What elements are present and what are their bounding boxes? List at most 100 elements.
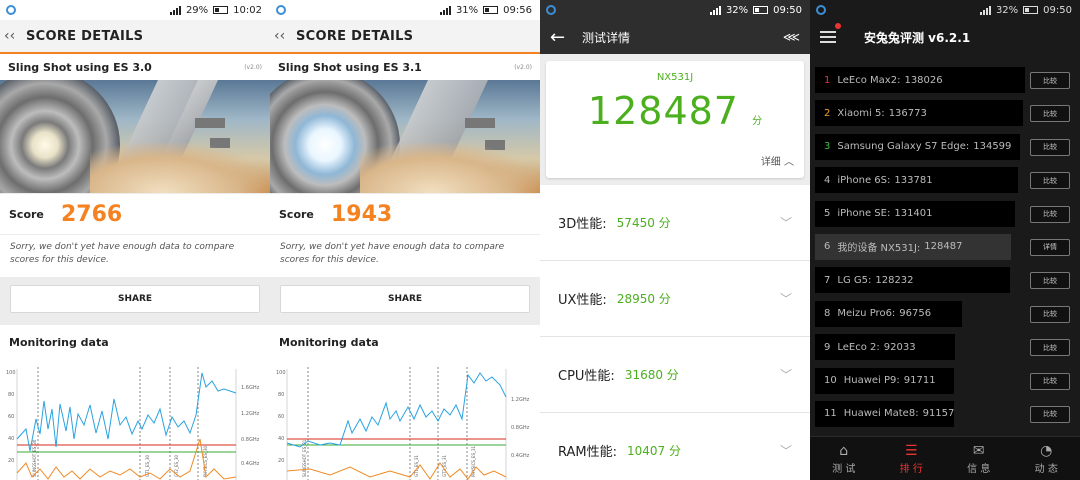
compare-button[interactable]: 比较 (1030, 405, 1070, 423)
row-label: RAM性能: (558, 445, 617, 460)
clock: 09:50 (1043, 4, 1072, 16)
monitoring-chart: 100 80 60 40 20 1.6GHz 1.2GHz 0.8GHz 0.4… (0, 359, 270, 480)
page-title: 测试详情 (582, 30, 631, 45)
tab-test[interactable]: ⌂ 测 试 (810, 437, 878, 480)
y-tick: 100 (6, 370, 16, 376)
status-bar: 31% 09:56 (270, 0, 540, 20)
compare-button[interactable]: 比较 (1030, 172, 1070, 190)
tab-ranking[interactable]: ☰ 排 行 (878, 437, 946, 480)
monitoring-title: Monitoring data (0, 325, 270, 359)
app-bar: ‹‹ SCORE DETAILS (270, 20, 540, 54)
marker-label: GT2_ES_31 (442, 454, 447, 477)
row-label: CPU性能: (558, 369, 615, 384)
device-name: Xiaomi 5: (837, 107, 885, 119)
notification-icon (6, 5, 16, 15)
score-bar: 5 iPhone SE: 131401 (815, 200, 1015, 227)
score-row-ux[interactable]: UX性能: 28950 分 ﹀ (540, 261, 810, 337)
battery-icon (213, 6, 229, 14)
ranking-item: 7 LG G5: 128232 比较 (810, 264, 1080, 297)
battery-percent: 32% (725, 4, 749, 16)
score-row: Score 1943 (270, 194, 540, 234)
score-bar: 3 Samsung Galaxy S7 Edge: 134599 (815, 133, 1020, 160)
chevron-up-icon: ︿ (784, 157, 794, 168)
y-tick: 40 (8, 436, 14, 442)
bottom-nav: ⌂ 测 试 ☰ 排 行 ✉ 信 息 ◔ 动 态 (810, 436, 1080, 480)
device-name: iPhone SE: (837, 208, 891, 220)
device-name: LG G5: (837, 274, 872, 286)
row-value: 57450 分 (616, 216, 671, 230)
share-button[interactable]: SHARE (280, 285, 530, 313)
test-version: (v2.0) (244, 63, 262, 71)
score-value: 2766 (61, 201, 123, 227)
score-bar: 7 LG G5: 128232 (815, 267, 1010, 294)
total-score: 128487 分 (587, 89, 763, 133)
score-row-cpu[interactable]: CPU性能: 31680 分 ﹀ (540, 337, 810, 413)
compare-button[interactable]: 比较 (1030, 205, 1070, 223)
freq-tick: 0.4GHz (511, 453, 530, 459)
rank-number: 5 (824, 208, 831, 220)
score-breakdown-list: 3D性能: 57450 分 ﹀ UX性能: 28950 分 ﹀ CPU性能: 3… (540, 185, 810, 480)
device-score: 134599 (973, 141, 1012, 153)
test-name: Sling Shot using ES 3.1 (278, 60, 422, 74)
rank-number: 1 (824, 74, 831, 86)
notification-icon (816, 5, 826, 15)
y-tick: 100 (276, 370, 286, 376)
antutu-detail-screen: 32% 09:50 ← 测试详情 ⋘ NX531J 128487 分 详细 ︿ … (540, 0, 810, 480)
y-tick: 40 (278, 436, 284, 442)
detail-button[interactable]: 详情 (1030, 238, 1070, 256)
compare-button[interactable]: 比较 (1030, 372, 1070, 390)
notification-icon (276, 5, 286, 15)
chevron-down-icon: ﹀ (779, 216, 792, 230)
device-score: 128487 (924, 241, 963, 253)
compare-button[interactable]: 比较 (1030, 305, 1070, 323)
test-artwork (270, 80, 540, 193)
share-button[interactable]: SHARE (10, 285, 260, 313)
compare-button[interactable]: 比较 (1030, 72, 1070, 89)
freq-tick: 0.8GHz (511, 425, 530, 431)
ranking-item: 4 iPhone 6S: 133781 比较 (810, 164, 1080, 197)
y-tick: 20 (8, 458, 14, 464)
score-row-ram[interactable]: RAM性能: 10407 分 ﹀ (540, 413, 810, 480)
compare-button[interactable]: 比较 (1030, 138, 1070, 156)
tab-label: 测 试 (832, 464, 856, 475)
ranking-item: 11 Huawei Mate8: 91157 比较 (810, 398, 1080, 431)
compare-button[interactable]: 比较 (1030, 339, 1070, 357)
notification-icon (546, 5, 556, 15)
score-label: Score (9, 207, 44, 221)
score-label: Score (279, 207, 314, 221)
device-name: 我的设备 NX531J: (837, 243, 921, 255)
tab-info[interactable]: ✉ 信 息 (945, 437, 1013, 480)
device-score: 138026 (904, 74, 943, 86)
antutu-ranking-screen: 32% 09:50 安兔兔评测 v6.2.1 1 LeEco Max2: 13802… (810, 0, 1080, 480)
back-icon[interactable]: ‹‹ (4, 28, 26, 44)
device-score: 92033 (883, 341, 916, 353)
menu-icon[interactable] (820, 23, 841, 46)
score-bar: 9 LeEco 2: 92033 (815, 334, 955, 361)
total-score-card: NX531J 128487 分 详细 ︿ (546, 61, 804, 178)
row-value: 28950 分 (616, 292, 671, 306)
signal-icon (979, 5, 991, 15)
ranking-item: 3 Samsung Galaxy S7 Edge: 134599 比较 (810, 131, 1080, 164)
details-link[interactable]: 详细 ︿ (761, 153, 794, 168)
ranking-item: 1 LeEco Max2: 138026 比较 (810, 64, 1080, 97)
device-name: LeEco Max2: (837, 74, 901, 86)
signal-icon (439, 5, 451, 15)
share-icon[interactable]: ⋘ (783, 30, 800, 44)
back-icon[interactable]: ‹‹ (274, 28, 296, 44)
rank-number: 8 (824, 308, 831, 320)
ranking-item: 8 Meizu Pro6: 96756 比较 (810, 298, 1080, 331)
compare-button[interactable]: 比较 (1030, 272, 1070, 290)
freq-tick: 0.8GHz (241, 437, 260, 443)
back-arrow-icon[interactable]: ← (550, 27, 582, 48)
page-title: SCORE DETAILS (26, 28, 144, 44)
device-name: Samsung Galaxy S7 Edge: (837, 141, 970, 153)
device-name: LeEco 2: (837, 341, 880, 353)
compare-button[interactable]: 比较 (1030, 105, 1070, 123)
status-bar: 29% 10:02 (0, 0, 270, 20)
score-row-3d[interactable]: 3D性能: 57450 分 ﹀ (540, 185, 810, 261)
rank-number: 2 (824, 107, 831, 119)
rank-number: 9 (824, 341, 831, 353)
tab-label: 动 态 (1034, 464, 1058, 475)
tab-news[interactable]: ◔ 动 态 (1013, 437, 1080, 480)
clock: 09:56 (503, 4, 532, 16)
